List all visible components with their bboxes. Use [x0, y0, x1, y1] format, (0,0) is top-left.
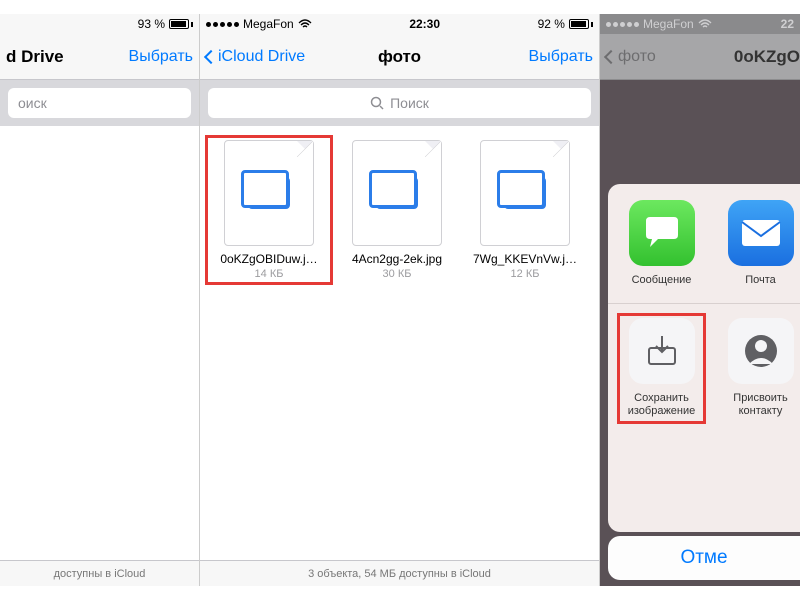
file-name: 4Acn2gg-2ek.jpg: [338, 252, 456, 266]
file-thumbnail: [480, 140, 570, 246]
back-button[interactable]: iCloud Drive: [206, 48, 305, 66]
search-icon: [370, 96, 384, 110]
file-name: 0oKZgOBIDuw.j…: [210, 252, 328, 266]
search-placeholder: Поиск: [390, 95, 429, 111]
footer-status: доступны в iCloud: [0, 560, 199, 586]
page-title: 0oKZgO: [734, 47, 800, 67]
file-item[interactable]: 4Acn2gg-2ek.jpg 30 КБ: [338, 140, 456, 280]
status-bar: MegaFon 22: [600, 14, 800, 34]
back-button[interactable]: фото: [606, 48, 656, 66]
action-label: Сохранить изображение: [622, 392, 701, 418]
share-label: Почта: [721, 274, 800, 287]
file-thumbnail: [224, 140, 314, 246]
photo-stack-icon: [504, 177, 546, 209]
save-image-icon: [629, 318, 695, 384]
file-size: 30 КБ: [338, 268, 456, 280]
share-mail[interactable]: Почта: [721, 200, 800, 287]
chevron-left-icon: [604, 49, 618, 63]
file-item[interactable]: 7Wg_KKEVnVw.j… 12 КБ: [466, 140, 584, 280]
nav-bar: iCloud Drive фото Выбрать: [200, 34, 599, 80]
clock: 22:30: [409, 17, 440, 31]
action-save-image[interactable]: Сохранить изображение: [622, 318, 701, 418]
footer-status: 3 объекта, 54 МБ доступны в iCloud: [200, 560, 599, 586]
action-assign-contact[interactable]: Присвоить контакту: [721, 318, 800, 418]
message-icon: [629, 200, 695, 266]
file-item[interactable]: 0oKZgOBIDuw.j… 14 КБ: [210, 140, 328, 280]
signal-icon: [206, 22, 239, 27]
select-button[interactable]: Выбрать: [129, 48, 193, 66]
nav-bar: d Drive Выбрать: [0, 34, 199, 80]
search-input[interactable]: Поиск: [208, 88, 591, 118]
battery-percent: 93 %: [138, 17, 165, 31]
battery-percent: 92 %: [538, 17, 565, 31]
status-bar: 93 %: [0, 14, 199, 34]
carrier-label: MegaFon: [643, 17, 694, 31]
battery-icon: [569, 19, 593, 29]
cancel-button[interactable]: Отме: [608, 536, 800, 580]
file-name: 7Wg_KKEVnVw.j…: [466, 252, 584, 266]
page-title: d Drive: [6, 47, 64, 67]
contact-icon: [728, 318, 794, 384]
search-bar: Поиск: [200, 80, 599, 126]
select-button[interactable]: Выбрать: [529, 48, 593, 66]
search-placeholder: оиск: [18, 95, 47, 111]
share-label: Сообщение: [622, 274, 701, 287]
wifi-icon: [698, 19, 712, 29]
content-area: [0, 126, 199, 560]
file-thumbnail: [352, 140, 442, 246]
share-sheet: Сообщение Почта Сохранить изображение: [608, 184, 800, 532]
mail-icon: [728, 200, 794, 266]
clock: 22: [781, 17, 794, 31]
search-bar: оиск: [0, 80, 199, 126]
photo-stack-icon: [376, 177, 418, 209]
status-bar: MegaFon 22:30 92 %: [200, 14, 599, 34]
content-area: 0oKZgOBIDuw.j… 14 КБ 4Acn2gg-2ek.jpg 30 …: [200, 126, 599, 560]
nav-bar: фото 0oKZgO: [600, 34, 800, 80]
battery-icon: [169, 19, 193, 29]
action-label: Присвоить контакту: [721, 392, 800, 418]
search-input[interactable]: оиск: [8, 88, 191, 118]
share-message[interactable]: Сообщение: [622, 200, 701, 287]
signal-icon: [606, 22, 639, 27]
page-title: фото: [378, 47, 421, 67]
carrier-label: MegaFon: [243, 17, 294, 31]
photo-stack-icon: [248, 177, 290, 209]
wifi-icon: [298, 19, 312, 29]
file-size: 14 КБ: [210, 268, 328, 280]
divider: [608, 303, 800, 304]
file-size: 12 КБ: [466, 268, 584, 280]
chevron-left-icon: [204, 49, 218, 63]
